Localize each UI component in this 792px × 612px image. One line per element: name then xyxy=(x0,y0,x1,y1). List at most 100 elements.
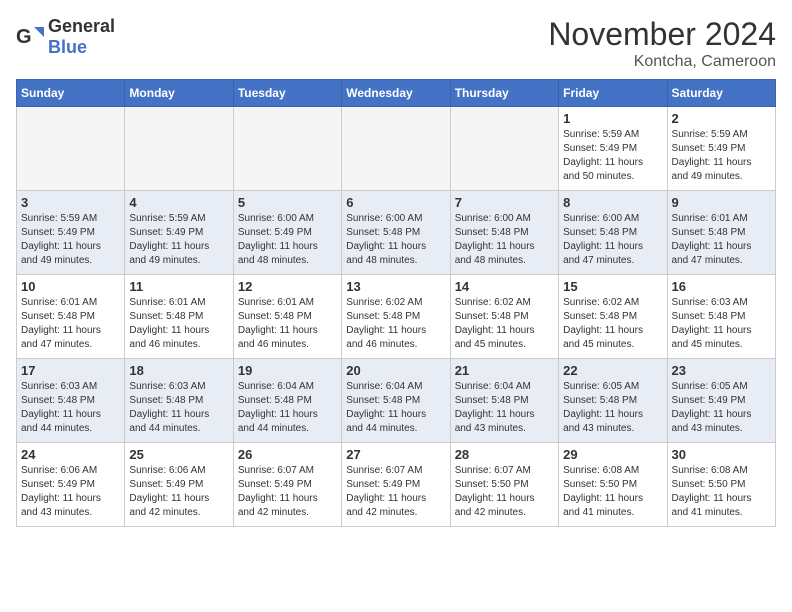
title-block: November 2024 Kontcha, Cameroon xyxy=(548,16,776,71)
calendar-cell: 26 Sunrise: 6:07 AM Sunset: 5:49 PM Dayli… xyxy=(233,443,341,527)
weekday-header-friday: Friday xyxy=(559,80,667,107)
day-number: 5 xyxy=(238,195,337,210)
day-number: 6 xyxy=(346,195,445,210)
day-number: 26 xyxy=(238,447,337,462)
day-info: Sunrise: 6:04 AM Sunset: 5:48 PM Dayligh… xyxy=(346,380,445,436)
day-number: 18 xyxy=(129,363,228,378)
day-info: Sunrise: 6:04 AM Sunset: 5:48 PM Dayligh… xyxy=(455,380,554,436)
calendar-cell: 21 Sunrise: 6:04 AM Sunset: 5:48 PM Dayli… xyxy=(450,359,558,443)
day-info: Sunrise: 6:03 AM Sunset: 5:48 PM Dayligh… xyxy=(21,380,120,436)
day-info: Sunrise: 6:06 AM Sunset: 5:49 PM Dayligh… xyxy=(21,464,120,520)
day-info: Sunrise: 6:05 AM Sunset: 5:48 PM Dayligh… xyxy=(563,380,662,436)
day-number: 17 xyxy=(21,363,120,378)
month-title: November 2024 xyxy=(548,16,776,53)
day-info: Sunrise: 6:08 AM Sunset: 5:50 PM Dayligh… xyxy=(672,464,771,520)
day-info: Sunrise: 6:07 AM Sunset: 5:49 PM Dayligh… xyxy=(238,464,337,520)
calendar-cell: 20 Sunrise: 6:04 AM Sunset: 5:48 PM Dayli… xyxy=(342,359,450,443)
day-info: Sunrise: 5:59 AM Sunset: 5:49 PM Dayligh… xyxy=(21,212,120,268)
day-number: 7 xyxy=(455,195,554,210)
day-info: Sunrise: 6:04 AM Sunset: 5:48 PM Dayligh… xyxy=(238,380,337,436)
day-number: 21 xyxy=(455,363,554,378)
day-info: Sunrise: 6:01 AM Sunset: 5:48 PM Dayligh… xyxy=(129,296,228,352)
calendar-cell: 3 Sunrise: 5:59 AM Sunset: 5:49 PM Daylig… xyxy=(17,191,125,275)
day-number: 29 xyxy=(563,447,662,462)
calendar-cell: 14 Sunrise: 6:02 AM Sunset: 5:48 PM Dayli… xyxy=(450,275,558,359)
calendar-cell: 30 Sunrise: 6:08 AM Sunset: 5:50 PM Dayli… xyxy=(667,443,775,527)
day-number: 4 xyxy=(129,195,228,210)
calendar-cell xyxy=(342,107,450,191)
weekday-header-sunday: Sunday xyxy=(17,80,125,107)
weekday-header-saturday: Saturday xyxy=(667,80,775,107)
svg-text:G: G xyxy=(16,26,32,48)
day-number: 3 xyxy=(21,195,120,210)
day-info: Sunrise: 5:59 AM Sunset: 5:49 PM Dayligh… xyxy=(672,128,771,184)
day-info: Sunrise: 6:00 AM Sunset: 5:48 PM Dayligh… xyxy=(563,212,662,268)
calendar-cell: 9Sunrise: 6:01 AM Sunset: 5:48 PM Daylig… xyxy=(667,191,775,275)
day-number: 19 xyxy=(238,363,337,378)
calendar-cell: 24 Sunrise: 6:06 AM Sunset: 5:49 PM Dayli… xyxy=(17,443,125,527)
day-info: Sunrise: 5:59 AM Sunset: 5:49 PM Dayligh… xyxy=(563,128,662,184)
logo: G General Blue xyxy=(16,16,115,58)
logo-blue: Blue xyxy=(48,37,87,57)
calendar-cell: 27 Sunrise: 6:07 AM Sunset: 5:49 PM Dayli… xyxy=(342,443,450,527)
calendar-cell: 25Sunrise: 6:06 AM Sunset: 5:49 PM Dayli… xyxy=(125,443,233,527)
day-number: 24 xyxy=(21,447,120,462)
day-info: Sunrise: 6:01 AM Sunset: 5:48 PM Dayligh… xyxy=(21,296,120,352)
calendar-week-row: 1 Sunrise: 5:59 AM Sunset: 5:49 PM Daylig… xyxy=(17,107,776,191)
calendar-cell: 22 Sunrise: 6:05 AM Sunset: 5:48 PM Dayli… xyxy=(559,359,667,443)
day-info: Sunrise: 6:02 AM Sunset: 5:48 PM Dayligh… xyxy=(346,296,445,352)
day-info: Sunrise: 6:01 AM Sunset: 5:48 PM Dayligh… xyxy=(672,212,771,268)
calendar-cell: 6 Sunrise: 6:00 AM Sunset: 5:48 PM Daylig… xyxy=(342,191,450,275)
day-info: Sunrise: 6:02 AM Sunset: 5:48 PM Dayligh… xyxy=(563,296,662,352)
calendar-cell: 28Sunrise: 6:07 AM Sunset: 5:50 PM Dayli… xyxy=(450,443,558,527)
day-info: Sunrise: 6:07 AM Sunset: 5:50 PM Dayligh… xyxy=(455,464,554,520)
day-info: Sunrise: 6:01 AM Sunset: 5:48 PM Dayligh… xyxy=(238,296,337,352)
day-number: 23 xyxy=(672,363,771,378)
day-number: 22 xyxy=(563,363,662,378)
calendar-cell: 13 Sunrise: 6:02 AM Sunset: 5:48 PM Dayli… xyxy=(342,275,450,359)
weekday-header-tuesday: Tuesday xyxy=(233,80,341,107)
day-info: Sunrise: 6:08 AM Sunset: 5:50 PM Dayligh… xyxy=(563,464,662,520)
day-number: 27 xyxy=(346,447,445,462)
calendar-week-row: 3 Sunrise: 5:59 AM Sunset: 5:49 PM Daylig… xyxy=(17,191,776,275)
day-number: 10 xyxy=(21,279,120,294)
day-number: 11 xyxy=(129,279,228,294)
calendar-cell: 23Sunrise: 6:05 AM Sunset: 5:49 PM Dayli… xyxy=(667,359,775,443)
calendar-cell: 7Sunrise: 6:00 AM Sunset: 5:48 PM Daylig… xyxy=(450,191,558,275)
day-number: 15 xyxy=(563,279,662,294)
day-number: 1 xyxy=(563,111,662,126)
calendar-cell: 12 Sunrise: 6:01 AM Sunset: 5:48 PM Dayli… xyxy=(233,275,341,359)
calendar-header-row: SundayMondayTuesdayWednesdayThursdayFrid… xyxy=(17,80,776,107)
calendar-cell: 18 Sunrise: 6:03 AM Sunset: 5:48 PM Dayli… xyxy=(125,359,233,443)
calendar-week-row: 10 Sunrise: 6:01 AM Sunset: 5:48 PM Dayli… xyxy=(17,275,776,359)
day-number: 12 xyxy=(238,279,337,294)
day-info: Sunrise: 5:59 AM Sunset: 5:49 PM Dayligh… xyxy=(129,212,228,268)
weekday-header-thursday: Thursday xyxy=(450,80,558,107)
day-info: Sunrise: 6:03 AM Sunset: 5:48 PM Dayligh… xyxy=(672,296,771,352)
calendar-table: SundayMondayTuesdayWednesdayThursdayFrid… xyxy=(16,79,776,527)
day-number: 2 xyxy=(672,111,771,126)
calendar-cell: 2 Sunrise: 5:59 AM Sunset: 5:49 PM Daylig… xyxy=(667,107,775,191)
logo-general: General xyxy=(48,16,115,36)
day-number: 14 xyxy=(455,279,554,294)
day-number: 30 xyxy=(672,447,771,462)
day-info: Sunrise: 6:07 AM Sunset: 5:49 PM Dayligh… xyxy=(346,464,445,520)
day-number: 20 xyxy=(346,363,445,378)
logo-text: General Blue xyxy=(48,16,115,58)
day-number: 16 xyxy=(672,279,771,294)
calendar-cell: 8Sunrise: 6:00 AM Sunset: 5:48 PM Daylig… xyxy=(559,191,667,275)
logo-icon: G xyxy=(16,23,44,51)
day-info: Sunrise: 6:03 AM Sunset: 5:48 PM Dayligh… xyxy=(129,380,228,436)
calendar-cell: 11 Sunrise: 6:01 AM Sunset: 5:48 PM Dayli… xyxy=(125,275,233,359)
calendar-cell xyxy=(125,107,233,191)
day-number: 13 xyxy=(346,279,445,294)
calendar-week-row: 24 Sunrise: 6:06 AM Sunset: 5:49 PM Dayli… xyxy=(17,443,776,527)
calendar-cell xyxy=(17,107,125,191)
day-info: Sunrise: 6:02 AM Sunset: 5:48 PM Dayligh… xyxy=(455,296,554,352)
day-info: Sunrise: 6:00 AM Sunset: 5:48 PM Dayligh… xyxy=(346,212,445,268)
weekday-header-wednesday: Wednesday xyxy=(342,80,450,107)
calendar-cell: 19 Sunrise: 6:04 AM Sunset: 5:48 PM Dayli… xyxy=(233,359,341,443)
calendar-cell: 17 Sunrise: 6:03 AM Sunset: 5:48 PM Dayli… xyxy=(17,359,125,443)
day-info: Sunrise: 6:06 AM Sunset: 5:49 PM Dayligh… xyxy=(129,464,228,520)
calendar-cell xyxy=(233,107,341,191)
